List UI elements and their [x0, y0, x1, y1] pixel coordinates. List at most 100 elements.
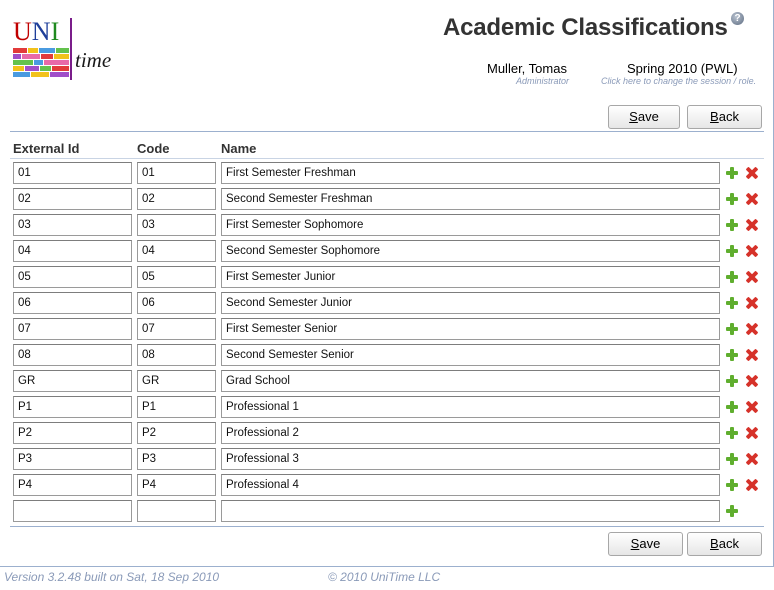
- name-input[interactable]: Professional 2: [221, 422, 720, 444]
- external-id-input[interactable]: 08: [13, 344, 132, 366]
- add-row-icon[interactable]: [726, 323, 738, 335]
- add-row-icon[interactable]: [726, 505, 738, 517]
- add-row-icon[interactable]: [726, 193, 738, 205]
- code-input[interactable]: 08: [137, 344, 216, 366]
- delete-row-icon[interactable]: [746, 401, 758, 413]
- help-question-icon[interactable]: ?: [731, 12, 744, 25]
- add-row-icon[interactable]: [726, 427, 738, 439]
- table-row: 04 04 Second Semester Sophomore: [0, 240, 774, 262]
- user-role: Administrator: [516, 76, 570, 86]
- add-row-icon[interactable]: [726, 219, 738, 231]
- add-row-icon[interactable]: [726, 479, 738, 491]
- external-id-input[interactable]: P3: [13, 448, 132, 470]
- column-header-name: Name: [221, 141, 257, 156]
- add-row-icon[interactable]: [726, 245, 738, 257]
- delete-row-icon[interactable]: [746, 245, 758, 257]
- name-input[interactable]: Second Semester Freshman: [221, 188, 720, 210]
- external-id-input[interactable]: 07: [13, 318, 132, 340]
- add-row-icon[interactable]: [726, 167, 738, 179]
- delete-row-icon[interactable]: [746, 193, 758, 205]
- logo-uni-text: UNI: [13, 17, 60, 46]
- external-id-input[interactable]: 03: [13, 214, 132, 236]
- table-row: 07 07 First Semester Senior: [0, 318, 774, 340]
- external-id-input[interactable]: 02: [13, 188, 132, 210]
- name-input[interactable]: Second Semester Senior: [221, 344, 720, 366]
- add-row-icon[interactable]: [726, 271, 738, 283]
- delete-row-icon[interactable]: [746, 453, 758, 465]
- external-id-input[interactable]: 04: [13, 240, 132, 262]
- code-input[interactable]: 05: [137, 266, 216, 288]
- save-button-top[interactable]: Save: [608, 105, 680, 129]
- name-input[interactable]: Professional 1: [221, 396, 720, 418]
- table-row: 06 06 Second Semester Junior: [0, 292, 774, 314]
- bottom-divider: [10, 526, 764, 527]
- change-session-link[interactable]: Click here to change the session / role.: [601, 76, 756, 86]
- external-id-input[interactable]: GR: [13, 370, 132, 392]
- code-input[interactable]: [137, 500, 216, 522]
- name-input[interactable]: First Semester Freshman: [221, 162, 720, 184]
- delete-row-icon[interactable]: [746, 427, 758, 439]
- delete-row-icon[interactable]: [746, 323, 758, 335]
- footer-copyright: © 2010 UniTime LLC: [328, 570, 441, 584]
- delete-row-icon[interactable]: [746, 479, 758, 491]
- table-row: 03 03 First Semester Sophomore: [0, 214, 774, 236]
- back-button-bottom[interactable]: Back: [687, 532, 762, 556]
- external-id-input[interactable]: 06: [13, 292, 132, 314]
- table-row: 08 08 Second Semester Senior: [0, 344, 774, 366]
- name-input[interactable]: First Semester Sophomore: [221, 214, 720, 236]
- code-input[interactable]: P3: [137, 448, 216, 470]
- footer-version: Version 3.2.48 built on Sat, 18 Sep 2010: [4, 570, 220, 584]
- code-input[interactable]: P4: [137, 474, 216, 496]
- code-input[interactable]: GR: [137, 370, 216, 392]
- name-input[interactable]: First Semester Junior: [221, 266, 720, 288]
- table-row: P1 P1 Professional 1: [0, 396, 774, 418]
- top-divider: [10, 131, 764, 132]
- code-input[interactable]: 03: [137, 214, 216, 236]
- code-input[interactable]: 06: [137, 292, 216, 314]
- external-id-input[interactable]: 05: [13, 266, 132, 288]
- logo-grid-icon: [13, 48, 69, 78]
- name-input[interactable]: Second Semester Sophomore: [221, 240, 720, 262]
- add-row-icon[interactable]: [726, 349, 738, 361]
- name-input[interactable]: Grad School: [221, 370, 720, 392]
- table-row: [0, 500, 774, 522]
- code-input[interactable]: P2: [137, 422, 216, 444]
- code-input[interactable]: 07: [137, 318, 216, 340]
- add-row-icon[interactable]: [726, 453, 738, 465]
- unitime-logo: UNI time: [13, 18, 123, 82]
- external-id-input[interactable]: P2: [13, 422, 132, 444]
- delete-row-icon[interactable]: [746, 167, 758, 179]
- delete-row-icon[interactable]: [746, 297, 758, 309]
- external-id-input[interactable]: P1: [13, 396, 132, 418]
- code-input[interactable]: P1: [137, 396, 216, 418]
- session-name[interactable]: Spring 2010 (PWL): [627, 61, 738, 76]
- add-row-icon[interactable]: [726, 297, 738, 309]
- delete-row-icon[interactable]: [746, 349, 758, 361]
- name-input[interactable]: First Semester Senior: [221, 318, 720, 340]
- add-row-icon[interactable]: [726, 401, 738, 413]
- name-input[interactable]: Professional 3: [221, 448, 720, 470]
- code-input[interactable]: 01: [137, 162, 216, 184]
- name-input[interactable]: Second Semester Junior: [221, 292, 720, 314]
- column-header-code: Code: [137, 141, 170, 156]
- name-input[interactable]: Professional 4: [221, 474, 720, 496]
- header-underline: [10, 158, 764, 159]
- table-row: 05 05 First Semester Junior: [0, 266, 774, 288]
- table-row: 01 01 First Semester Freshman: [0, 162, 774, 184]
- user-name: Muller, Tomas: [487, 61, 567, 76]
- code-input[interactable]: 02: [137, 188, 216, 210]
- delete-row-icon[interactable]: [746, 271, 758, 283]
- table-row: P3 P3 Professional 3: [0, 448, 774, 470]
- external-id-input[interactable]: [13, 500, 132, 522]
- add-row-icon[interactable]: [726, 375, 738, 387]
- delete-row-icon[interactable]: [746, 375, 758, 387]
- code-input[interactable]: 04: [137, 240, 216, 262]
- external-id-input[interactable]: 01: [13, 162, 132, 184]
- back-button-top[interactable]: Back: [687, 105, 762, 129]
- table-row: P4 P4 Professional 4: [0, 474, 774, 496]
- delete-row-icon[interactable]: [746, 219, 758, 231]
- external-id-input[interactable]: P4: [13, 474, 132, 496]
- save-button-bottom[interactable]: Save: [608, 532, 683, 556]
- name-input[interactable]: [221, 500, 720, 522]
- table-row: 02 02 Second Semester Freshman: [0, 188, 774, 210]
